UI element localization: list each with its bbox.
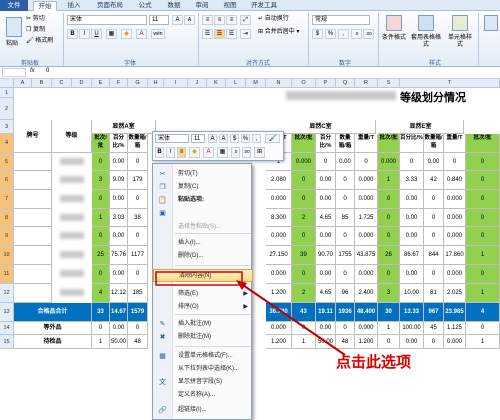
callout-text: 点击此选项 (336, 353, 412, 371)
watermark-area (372, 384, 498, 418)
annotation-arrow (155, 271, 346, 356)
arrow-line (239, 282, 346, 356)
highlight-box (155, 271, 243, 286)
